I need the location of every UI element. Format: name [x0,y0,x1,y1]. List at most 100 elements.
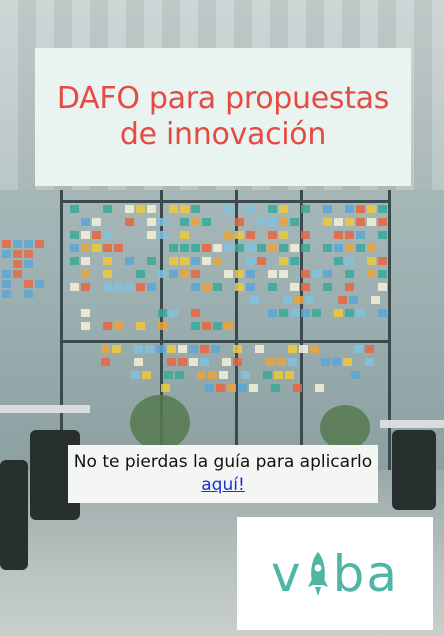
sticky-note [81,322,90,330]
sticky-note [334,257,343,265]
sticky-note [345,309,354,317]
sticky-note [213,322,222,330]
sticky-note [235,231,244,239]
sticky-note [13,270,22,278]
sticky-note [213,257,222,265]
sticky-note [356,218,365,226]
sticky-note [334,218,343,226]
sticky-note [323,283,332,291]
sticky-note [378,205,387,213]
sticky-note [189,345,198,353]
sticky-note [101,345,110,353]
sticky-note [279,244,288,252]
sticky-note [81,218,90,226]
sticky-note [13,240,22,248]
sticky-note [70,257,79,265]
sticky-note [156,345,165,353]
sticky-note [219,371,228,379]
sticky-note [356,231,365,239]
sticky-note [356,309,365,317]
guide-link[interactable]: aquí! [201,475,245,495]
sticky-note [103,244,112,252]
sticky-note [142,371,151,379]
sticky-note [103,283,112,291]
logo-box: v ba [237,517,433,630]
sticky-note [301,231,310,239]
sticky-note [257,244,266,252]
sticky-note [332,358,341,366]
sticky-note [224,322,233,330]
sticky-note [268,283,277,291]
sticky-note [191,244,200,252]
sticky-note [351,371,360,379]
sticky-note [249,384,258,392]
sticky-note [191,309,200,317]
sticky-note [136,283,145,291]
desk [0,405,90,413]
sticky-note [310,345,319,353]
sticky-note [268,218,277,226]
sticky-note [301,309,310,317]
sticky-note [246,283,255,291]
sticky-note [81,244,90,252]
sticky-note [161,384,170,392]
sticky-note [136,322,145,330]
sticky-note [301,205,310,213]
sticky-note [365,358,374,366]
sticky-note [125,205,134,213]
sticky-note [24,290,33,298]
sticky-note [224,231,233,239]
sticky-note [35,280,44,288]
sticky-note [233,345,242,353]
sticky-note [354,345,363,353]
sticky-note [103,231,112,239]
page-title: DAFO para propuestas de innovación [56,81,390,152]
sticky-note [13,250,22,258]
sticky-note [345,231,354,239]
sticky-note [235,283,244,291]
sticky-note [356,244,365,252]
sticky-note [114,322,123,330]
window-frame [388,190,391,470]
sticky-note [235,244,244,252]
cta-box: No te pierdas la guía para aplicarlo aqu… [68,445,378,503]
sticky-note [2,290,11,298]
sticky-note [367,244,376,252]
sticky-note [299,345,308,353]
sticky-note [158,322,167,330]
sticky-note [371,296,380,304]
sticky-note [2,280,11,288]
sticky-note [180,270,189,278]
sticky-note [365,345,374,353]
sticky-note [125,218,134,226]
sticky-note [158,270,167,278]
sticky-note [81,270,90,278]
sticky-note [211,345,220,353]
sticky-note [103,205,112,213]
sticky-note [285,371,294,379]
sticky-note [312,309,321,317]
sticky-note [191,270,200,278]
desk [380,420,444,428]
sticky-note [246,244,255,252]
sticky-note [246,270,255,278]
sticky-note [191,283,200,291]
sticky-note [208,371,217,379]
sticky-note [147,283,156,291]
sticky-note [293,384,302,392]
sticky-note [345,283,354,291]
sticky-note [268,231,277,239]
sticky-note [167,358,176,366]
sticky-note [24,280,33,288]
sticky-note [345,244,354,252]
sticky-note [266,358,275,366]
sticky-note [114,244,123,252]
sticky-note [70,231,79,239]
sticky-note [24,250,33,258]
sticky-note [349,296,358,304]
sticky-note [202,257,211,265]
window-bar [60,200,390,203]
sticky-note [274,371,283,379]
sticky-note [70,244,79,252]
sticky-note [345,205,354,213]
